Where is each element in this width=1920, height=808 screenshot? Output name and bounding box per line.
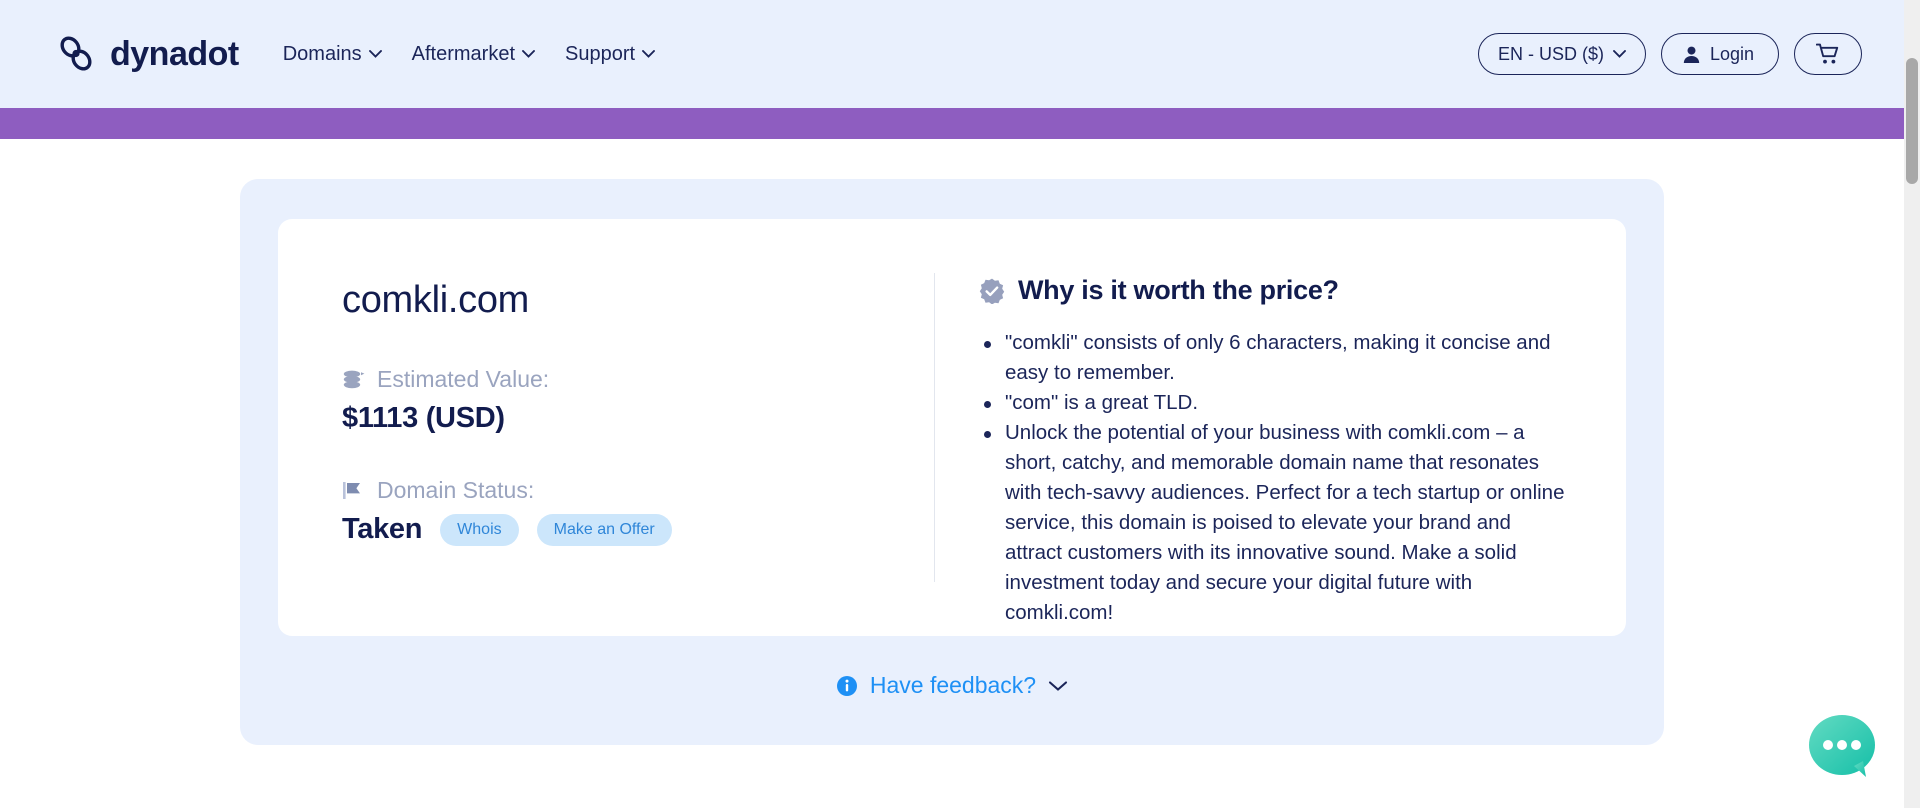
cart-button[interactable] <box>1794 33 1862 75</box>
shopping-cart-icon <box>1816 43 1839 64</box>
list-item: "com" is a great TLD. <box>979 388 1570 418</box>
why-worth-header: Why is it worth the price? <box>979 275 1570 306</box>
user-icon <box>1683 46 1700 63</box>
nav-label: Support <box>565 42 636 65</box>
nav-label: Aftermarket <box>411 42 515 65</box>
flag-icon <box>343 481 360 499</box>
estimated-value: $1113 (USD) <box>342 402 505 434</box>
chevron-down-icon <box>642 50 656 58</box>
promo-banner[interactable] <box>0 108 1904 139</box>
chat-widget-button[interactable] <box>1802 708 1882 788</box>
feedback-label: Have feedback? <box>869 672 1037 698</box>
info-circle-icon <box>836 675 857 696</box>
locale-label: EN - USD ($) <box>1497 43 1604 64</box>
why-worth-bullets: "comkli" consists of only 6 characters, … <box>979 328 1570 628</box>
domain-status-value: Taken <box>342 513 423 545</box>
dynadot-infinity-logo <box>60 36 92 71</box>
nav-item-aftermarket[interactable]: Aftermarket <box>412 43 535 66</box>
nav-label: Domains <box>282 42 362 65</box>
domain-status-label-row: Domain Status: <box>342 477 934 504</box>
domain-name: comkli.com <box>342 279 530 321</box>
why-worth-panel: Why is it worth the price? "comkli" cons… <box>935 267 1570 624</box>
chevron-down-icon <box>1049 680 1068 691</box>
coins-stack-icon <box>343 370 365 388</box>
feedback-toggle[interactable]: Have feedback? <box>278 672 1626 699</box>
login-label: Login <box>1709 43 1754 64</box>
scrollbar-thumb[interactable] <box>1906 58 1918 184</box>
nav-item-domains[interactable]: Domains <box>283 43 382 66</box>
verified-badge-icon <box>979 278 1005 304</box>
domain-result-card: comkli.com Estimated Value: $1113 (USD) … <box>278 219 1626 636</box>
chevron-down-icon <box>522 50 535 58</box>
locale-currency-selector[interactable]: EN - USD ($) <box>1477 33 1646 75</box>
estimated-value-label: Estimated Value: <box>377 366 550 392</box>
domain-summary: comkli.com Estimated Value: $1113 (USD) … <box>314 267 934 582</box>
nav-item-support[interactable]: Support <box>565 42 656 66</box>
chevron-down-icon <box>1613 50 1626 58</box>
chevron-down-icon <box>368 50 382 58</box>
page-scrollbar[interactable] <box>1904 0 1920 808</box>
brand-name: dynadot <box>110 34 239 73</box>
header-actions: EN - USD ($) Login <box>1477 33 1862 75</box>
brand-logo-link[interactable]: dynadot <box>56 34 239 74</box>
list-item: "comkli" consists of only 6 characters, … <box>979 328 1570 388</box>
login-button[interactable]: Login <box>1660 33 1779 75</box>
whois-button[interactable]: Whois <box>440 513 519 546</box>
why-worth-title: Why is it worth the price? <box>1018 275 1339 305</box>
page-root: dynadot Domains Aftermarket Support EN -… <box>0 0 1920 808</box>
main-nav: Domains Aftermarket Support <box>283 42 656 66</box>
domain-status-label: Domain Status: <box>377 477 535 503</box>
domain-status-row: Taken Whois Make an Offer <box>342 513 934 546</box>
main-content: comkli.com Estimated Value: $1113 (USD) … <box>0 139 1904 808</box>
chat-bubble-icon <box>1809 715 1875 777</box>
site-header: dynadot Domains Aftermarket Support EN -… <box>0 0 1904 108</box>
make-an-offer-button[interactable]: Make an Offer <box>536 513 672 546</box>
result-panel: comkli.com Estimated Value: $1113 (USD) … <box>240 179 1664 745</box>
estimated-value-label-row: Estimated Value: <box>342 366 934 393</box>
list-item: Unlock the potential of your business wi… <box>979 418 1570 628</box>
